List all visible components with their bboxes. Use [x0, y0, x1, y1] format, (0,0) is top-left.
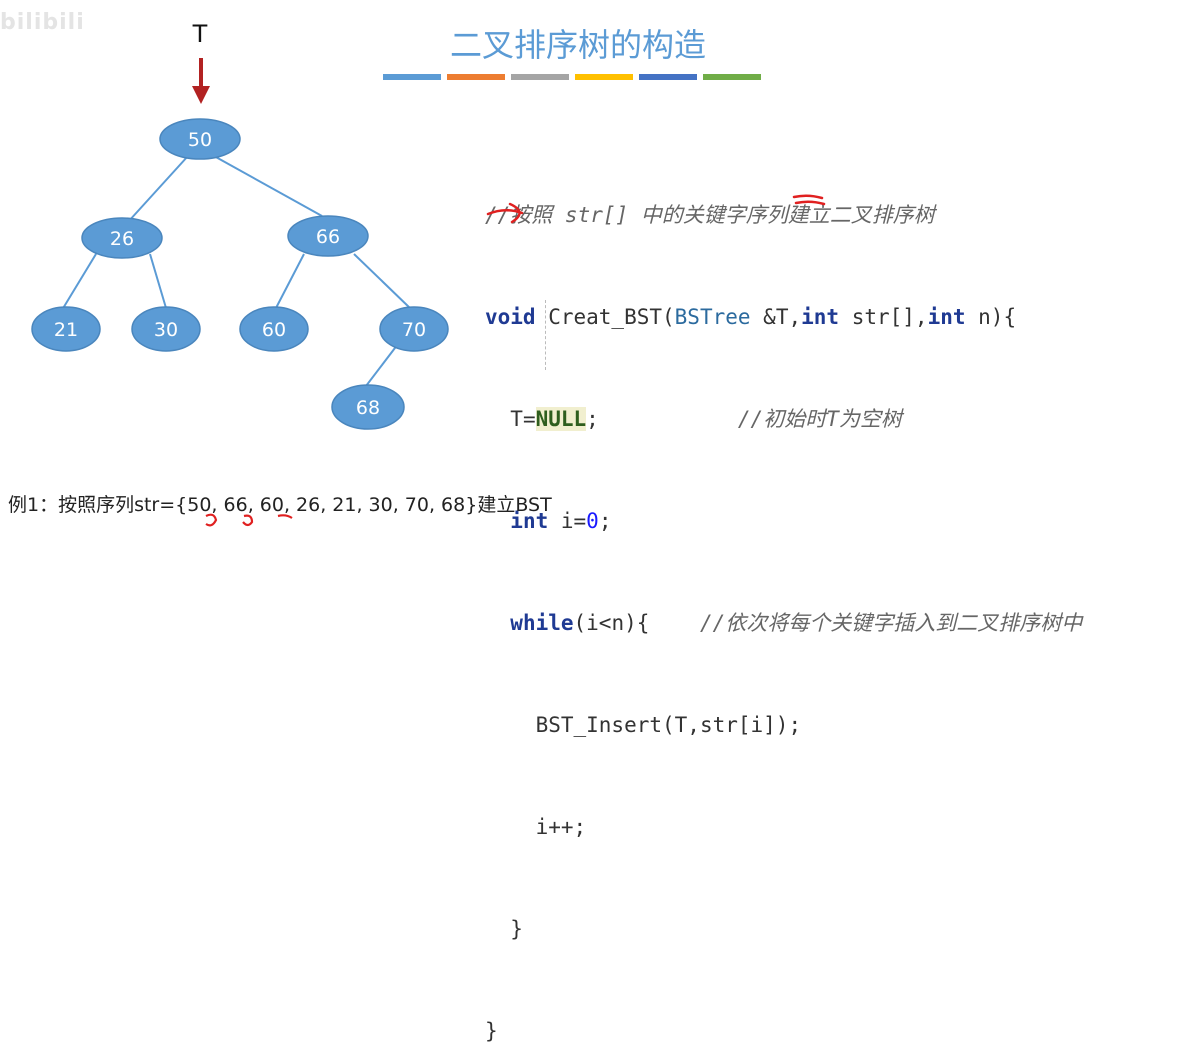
- param-n: n){: [965, 305, 1017, 329]
- edge-66-70: [353, 253, 413, 311]
- node-label: 21: [54, 319, 78, 341]
- edge-66-60: [275, 253, 305, 309]
- code-comment-header: //按照 str[] 中的关键字序列建立二叉排序树: [485, 198, 1082, 232]
- comment-text: //依次将每个关键字插入到二叉排序树中: [699, 611, 1083, 635]
- edge-70-68: [365, 343, 399, 387]
- function-name: Creat_BST(: [535, 305, 675, 329]
- code-line-init: T=NULL; //初始时T为空树: [485, 402, 1082, 436]
- node-label: 26: [110, 228, 134, 250]
- code-text: ;: [598, 509, 612, 533]
- tree-node-68: 68: [331, 384, 405, 430]
- tree-node-70: 70: [379, 306, 449, 352]
- tree-node-30: 30: [131, 306, 201, 352]
- pointer-arrow: [192, 58, 210, 104]
- node-label: 50: [188, 129, 212, 151]
- code-text: (i<n){: [573, 611, 650, 635]
- keyword-int: int: [801, 305, 840, 329]
- tree-node-60: 60: [239, 306, 309, 352]
- code-comma: ,: [788, 305, 802, 329]
- tree-node-21: 21: [31, 306, 101, 352]
- code-text: ;: [586, 407, 599, 431]
- keyword-int: int: [927, 305, 966, 329]
- tree-node-50: 50: [159, 118, 241, 160]
- number-literal: 0: [586, 509, 599, 533]
- code-line-increment: i++;: [485, 810, 1082, 844]
- code-line-insert: BST_Insert(T,str[i]);: [485, 708, 1082, 742]
- code-text: i++;: [535, 815, 587, 839]
- tree-node-66: 66: [287, 215, 369, 257]
- tree-node-26: 26: [81, 217, 163, 259]
- code-line-close-func: }: [485, 1014, 1082, 1048]
- edge-26-21: [61, 253, 97, 311]
- node-label: 68: [356, 397, 380, 419]
- code-text: }: [485, 1019, 498, 1043]
- code-text: i=: [548, 509, 587, 533]
- code-signature: void Creat_BST(BSTree &T,int str[],int n…: [485, 300, 1082, 334]
- tree-edges: [61, 155, 413, 387]
- comment-text: //初始时T为空树: [737, 407, 902, 431]
- ref-param-t: &T: [763, 305, 789, 329]
- edge-50-26: [127, 155, 189, 223]
- node-label: 66: [316, 226, 340, 248]
- node-label: 30: [154, 319, 178, 341]
- edge-50-66: [213, 155, 323, 217]
- edge-26-30: [149, 253, 167, 309]
- type-bstree: BSTree: [674, 305, 751, 329]
- code-line-decl: int i=0;: [485, 504, 1082, 538]
- code-line-close-loop: }: [485, 912, 1082, 946]
- comment-text: //按照 str[] 中的关键字序列建立二叉排序树: [485, 203, 935, 227]
- pointer-label: T: [192, 20, 208, 48]
- keyword-void: void: [485, 305, 536, 329]
- code-text: BST_Insert(T,str[i]);: [535, 713, 802, 737]
- example-text: 例1：按照序列str={50, 66, 60, 26, 21, 30, 70, …: [8, 494, 552, 516]
- indent-guide: [545, 300, 547, 370]
- param-str: str[],: [839, 305, 928, 329]
- code-block: //按照 str[] 中的关键字序列建立二叉排序树 void Creat_BST…: [485, 130, 1082, 1060]
- code-text: T=: [510, 407, 536, 431]
- code-text: }: [510, 917, 523, 941]
- node-label: 60: [262, 319, 286, 341]
- code-line-while: while(i<n){ //依次将每个关键字插入到二叉排序树中: [485, 606, 1082, 640]
- null-highlight: NULL: [535, 407, 587, 431]
- node-label: 70: [402, 319, 426, 341]
- keyword-while: while: [510, 611, 574, 635]
